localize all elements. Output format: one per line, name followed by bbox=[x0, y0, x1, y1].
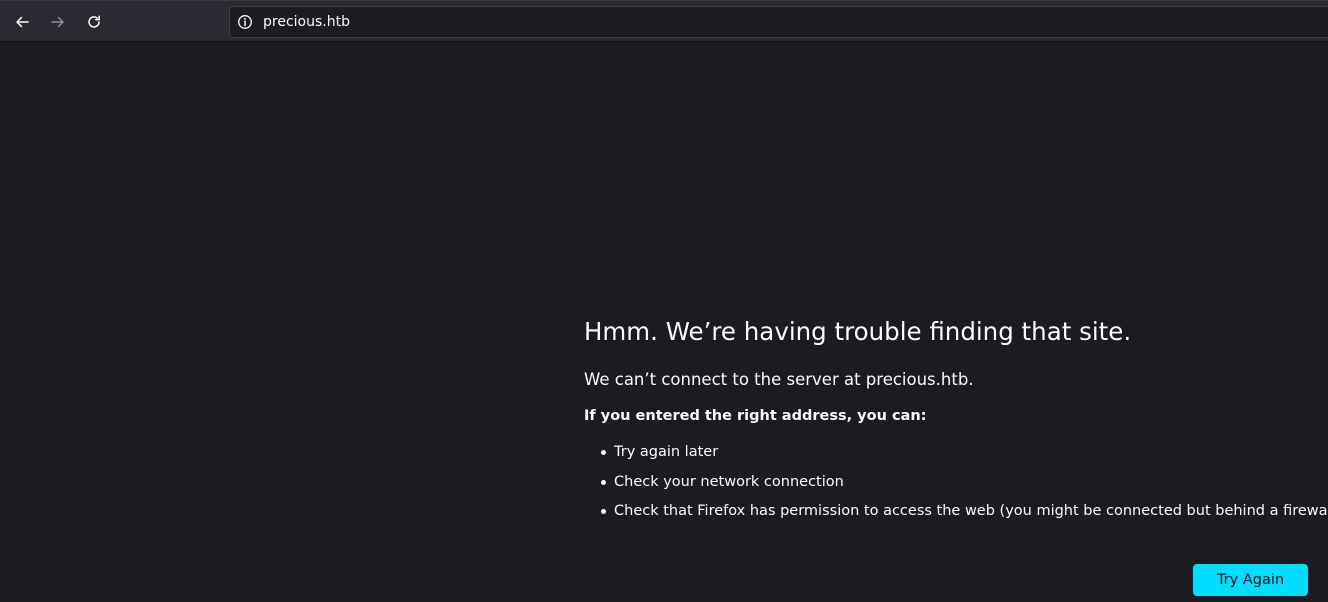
suggestion-text: Check that Firefox has permission to acc… bbox=[614, 503, 1328, 519]
bullet-icon bbox=[601, 450, 606, 455]
arrow-left-icon bbox=[16, 16, 29, 28]
list-item: Try again later bbox=[584, 442, 1328, 462]
url-text[interactable]: precious.htb bbox=[263, 14, 350, 30]
list-item: Check that Firefox has permission to acc… bbox=[584, 501, 1328, 521]
error-content: Hmm. We’re having trouble finding that s… bbox=[584, 312, 1328, 531]
error-description: We can’t connect to the server at precio… bbox=[584, 370, 974, 389]
arrow-right-icon bbox=[51, 16, 64, 28]
suggestion-text: Try again later bbox=[614, 444, 719, 460]
browser-toolbar: precious.htb bbox=[0, 0, 1328, 42]
bullet-icon bbox=[601, 479, 606, 485]
suggestion-list: Try again later Check your network conne… bbox=[584, 442, 1328, 521]
forward-button[interactable] bbox=[44, 8, 72, 36]
back-button[interactable] bbox=[8, 8, 36, 36]
try-again-button[interactable]: Try Again bbox=[1193, 564, 1308, 596]
reload-button[interactable] bbox=[80, 8, 108, 36]
suggestion-text: Check your network connection bbox=[614, 473, 844, 490]
reload-icon bbox=[88, 15, 100, 28]
error-title: Hmm. We’re having trouble finding that s… bbox=[584, 317, 1132, 346]
url-bar[interactable]: precious.htb bbox=[229, 6, 1328, 38]
info-icon[interactable] bbox=[237, 14, 253, 30]
list-item: Check your network connection bbox=[584, 472, 1328, 492]
error-advice-heading: If you entered the right address, you ca… bbox=[584, 408, 927, 424]
bullet-icon bbox=[601, 509, 606, 514]
